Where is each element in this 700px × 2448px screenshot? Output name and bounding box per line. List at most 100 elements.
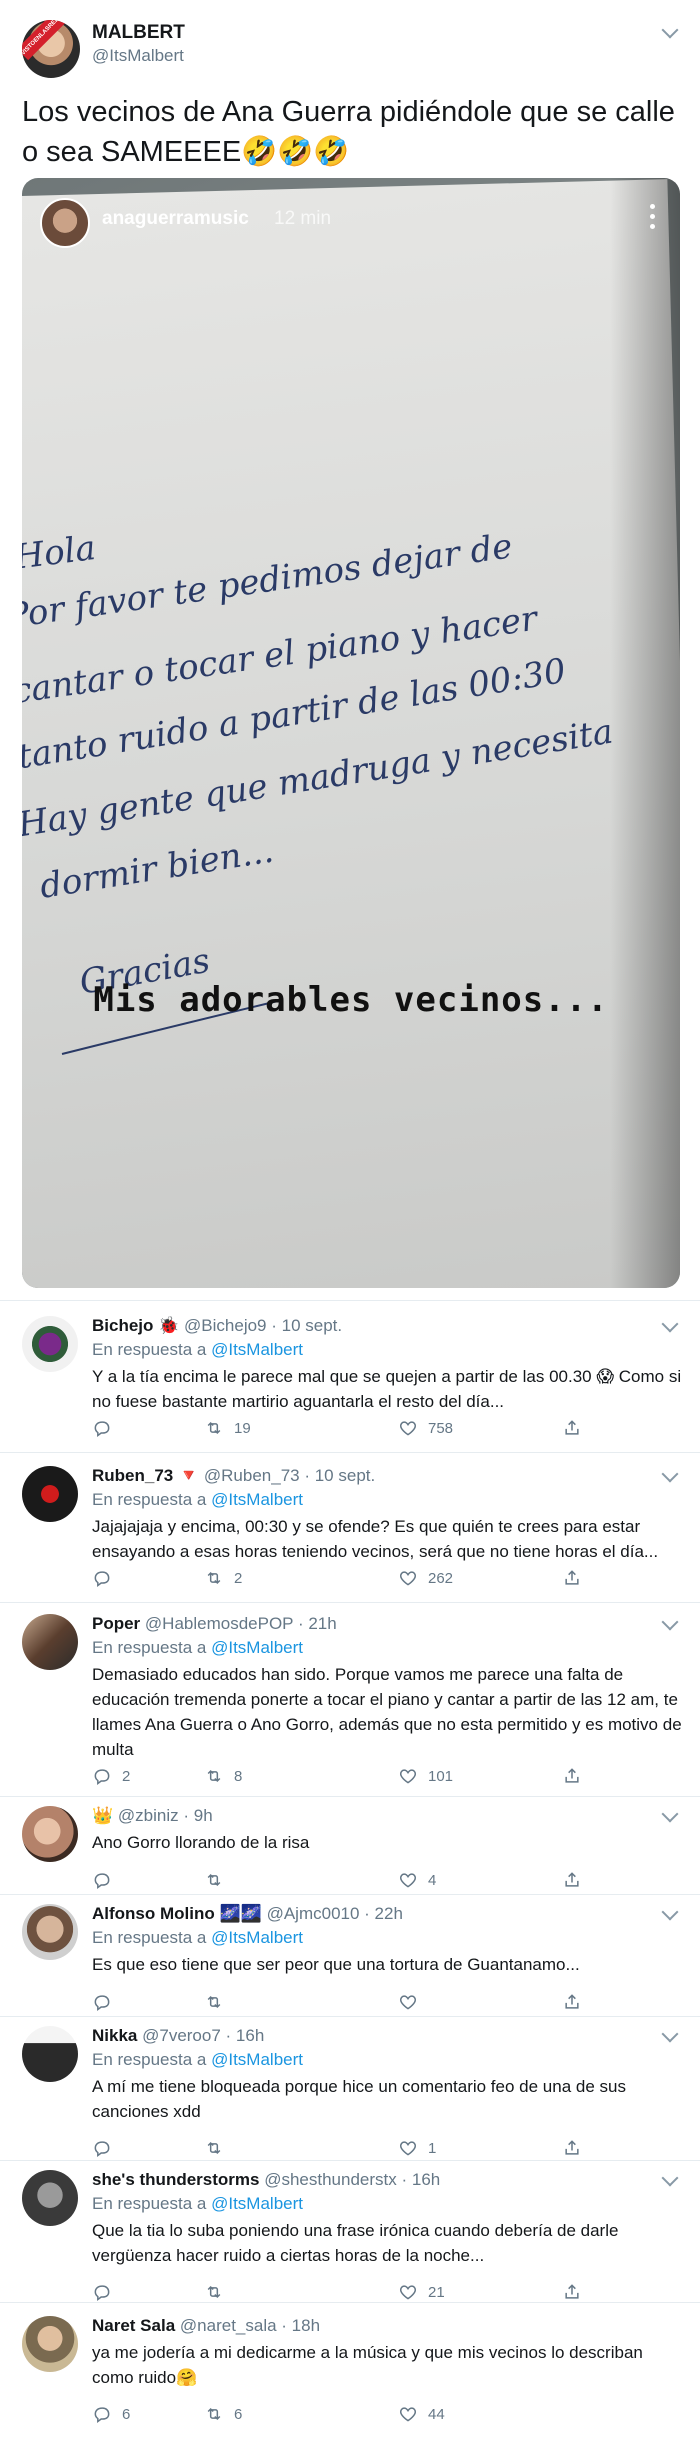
retweet-icon (207, 2407, 221, 2421)
avatar[interactable] (22, 1466, 78, 1522)
chevron-down-icon[interactable] (661, 1315, 679, 1333)
divider (0, 2302, 700, 2303)
avatar[interactable] (22, 1806, 78, 1862)
like-button[interactable] (398, 1990, 428, 2014)
reply-handle[interactable]: @zbiniz (118, 1806, 179, 1825)
share-button[interactable] (562, 1990, 592, 2014)
divider (0, 1796, 700, 1797)
share-button[interactable] (562, 2280, 592, 2304)
reply-button[interactable] (92, 2136, 122, 2160)
reply-handle[interactable]: @Ajmc0010 (267, 1904, 360, 1923)
reply-text: Que la tia lo suba poniendo una frase ir… (92, 2221, 619, 2265)
reply-time[interactable]: · 9h (183, 1806, 212, 1825)
reply-to-link[interactable]: @ItsMalbert (211, 1340, 303, 1359)
reply-button[interactable] (92, 2280, 122, 2304)
retweet-button[interactable] (204, 2280, 234, 2304)
author-name[interactable]: MALBERT (92, 22, 185, 44)
share-button[interactable] (562, 2136, 592, 2160)
reply-to-link[interactable]: @ItsMalbert (211, 1638, 303, 1657)
reply-time[interactable]: · 22h (364, 1904, 403, 1923)
heart-icon (399, 2141, 417, 2156)
retweet-button[interactable]: 8 (204, 1764, 242, 1788)
reply-time[interactable]: · 18h (281, 2316, 320, 2335)
reply-name[interactable]: Nikka (92, 2026, 137, 2045)
reply-handle[interactable]: @naret_sala (180, 2316, 277, 2335)
divider (0, 1452, 700, 1453)
reply-text: Demasiado educados han sido. Porque vamo… (92, 1665, 682, 1759)
reply-button[interactable] (92, 1566, 122, 1590)
reply-time[interactable]: · 10 sept. (304, 1466, 375, 1485)
chevron-down-icon[interactable] (661, 1805, 679, 1823)
reply-button[interactable]: 6 (92, 2402, 130, 2426)
chevron-down-icon[interactable] (661, 2025, 679, 2043)
reply-handle[interactable]: @HablemosdePOP (145, 1614, 293, 1633)
reply-header: Nikka @7veroo7 · 16h (92, 2026, 264, 2046)
reply-button[interactable]: 2 (92, 1764, 130, 1788)
like-button[interactable]: 44 (398, 2402, 445, 2426)
retweet-button[interactable]: 2 (204, 1566, 242, 1590)
reply-time[interactable]: · 16h (401, 2170, 440, 2189)
reply-to-link[interactable]: @ItsMalbert (211, 1928, 303, 1947)
reply-text: ya me jodería a mi dedicarme a la música… (92, 2343, 643, 2387)
like-button[interactable]: 101 (398, 1764, 453, 1788)
reply-handle[interactable]: @shesthunderstx (264, 2170, 397, 2189)
reply-to-link[interactable]: @ItsMalbert (211, 1490, 303, 1509)
share-button[interactable] (562, 1764, 592, 1788)
share-button[interactable] (562, 1416, 592, 1440)
reply-handle[interactable]: @Ruben_73 (204, 1466, 300, 1485)
author-handle[interactable]: @ItsMalbert (92, 46, 184, 66)
retweet-button[interactable]: 6 (204, 2402, 242, 2426)
avatar[interactable] (22, 2170, 78, 2226)
reply-name[interactable]: Naret Sala (92, 2316, 175, 2335)
reply-name[interactable]: she's thunderstorms (92, 2170, 259, 2189)
reply-time[interactable]: · 10 sept. (271, 1316, 342, 1335)
reply-time[interactable]: · 21h (298, 1614, 337, 1633)
share-button[interactable] (562, 1566, 592, 1590)
reply-time[interactable]: · 16h (226, 2026, 265, 2045)
reply-button[interactable] (92, 1990, 122, 2014)
reply-to-link[interactable]: @ItsMalbert (211, 2194, 303, 2213)
reply-button[interactable] (92, 1868, 122, 1892)
reply-text: Es que eso tiene que ser peor que una to… (92, 1955, 580, 1974)
reply-to-link[interactable]: @ItsMalbert (211, 2050, 303, 2069)
reply-name[interactable]: Ruben_73 (92, 1466, 173, 1485)
retweet-button[interactable] (204, 1868, 234, 1892)
story-image[interactable]: Hola Por favor te pedimos dejar de canta… (22, 178, 680, 1288)
avatar[interactable]: VISTOENLASREDES.COM (22, 20, 80, 78)
chevron-down-icon[interactable] (661, 1465, 679, 1483)
chevron-down-icon[interactable] (661, 21, 679, 39)
note-line: dormir bien... (37, 831, 276, 907)
reply-name[interactable]: Alfonso Molino (92, 1904, 215, 1923)
avatar[interactable] (22, 1316, 78, 1372)
like-button[interactable]: 4 (398, 1868, 436, 1892)
retweet-icon (207, 2141, 221, 2155)
share-icon (565, 2284, 579, 2299)
avatar[interactable] (22, 2026, 78, 2082)
chevron-down-icon[interactable] (661, 1613, 679, 1631)
avatar[interactable] (22, 1614, 78, 1670)
like-button[interactable]: 758 (398, 1416, 453, 1440)
share-icon (565, 1570, 579, 1585)
chevron-down-icon[interactable] (661, 2169, 679, 2187)
like-button[interactable]: 262 (398, 1566, 453, 1590)
reply-text: Jajajajaja y encima, 00:30 y se ofende? … (92, 1517, 659, 1561)
reply-button[interactable] (92, 1416, 122, 1440)
chevron-down-icon[interactable] (661, 1903, 679, 1921)
action-bar: 21 (92, 2280, 592, 2304)
avatar[interactable] (22, 1904, 78, 1960)
share-icon (565, 1994, 579, 2009)
like-button[interactable]: 1 (398, 2136, 436, 2160)
reply-handle[interactable]: @Bichejo9 (184, 1316, 266, 1335)
share-icon (565, 1420, 579, 1435)
reply-icon (94, 1769, 110, 1785)
heart-icon (399, 2285, 417, 2300)
retweet-button[interactable] (204, 1990, 234, 2014)
avatar[interactable] (22, 2316, 78, 2372)
like-button[interactable]: 21 (398, 2280, 445, 2304)
share-button[interactable] (562, 1868, 592, 1892)
reply-handle[interactable]: @7veroo7 (142, 2026, 221, 2045)
retweet-button[interactable] (204, 2136, 234, 2160)
reply-name[interactable]: Poper (92, 1614, 140, 1633)
reply-name[interactable]: Bichejo (92, 1316, 153, 1335)
retweet-button[interactable]: 19 (204, 1416, 251, 1440)
